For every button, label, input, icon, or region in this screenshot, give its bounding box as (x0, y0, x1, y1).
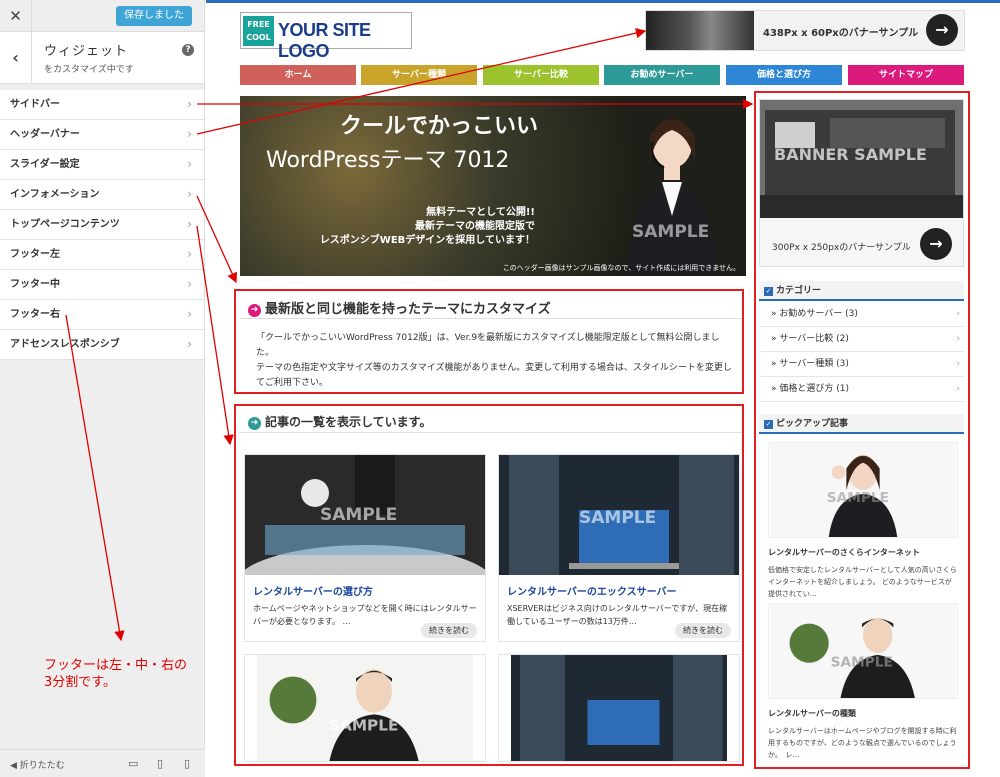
arrow-information (196, 195, 237, 284)
annotation-arrows (65, 27, 754, 642)
arrow-footer (65, 314, 125, 642)
arrow-header-banner (196, 27, 647, 135)
